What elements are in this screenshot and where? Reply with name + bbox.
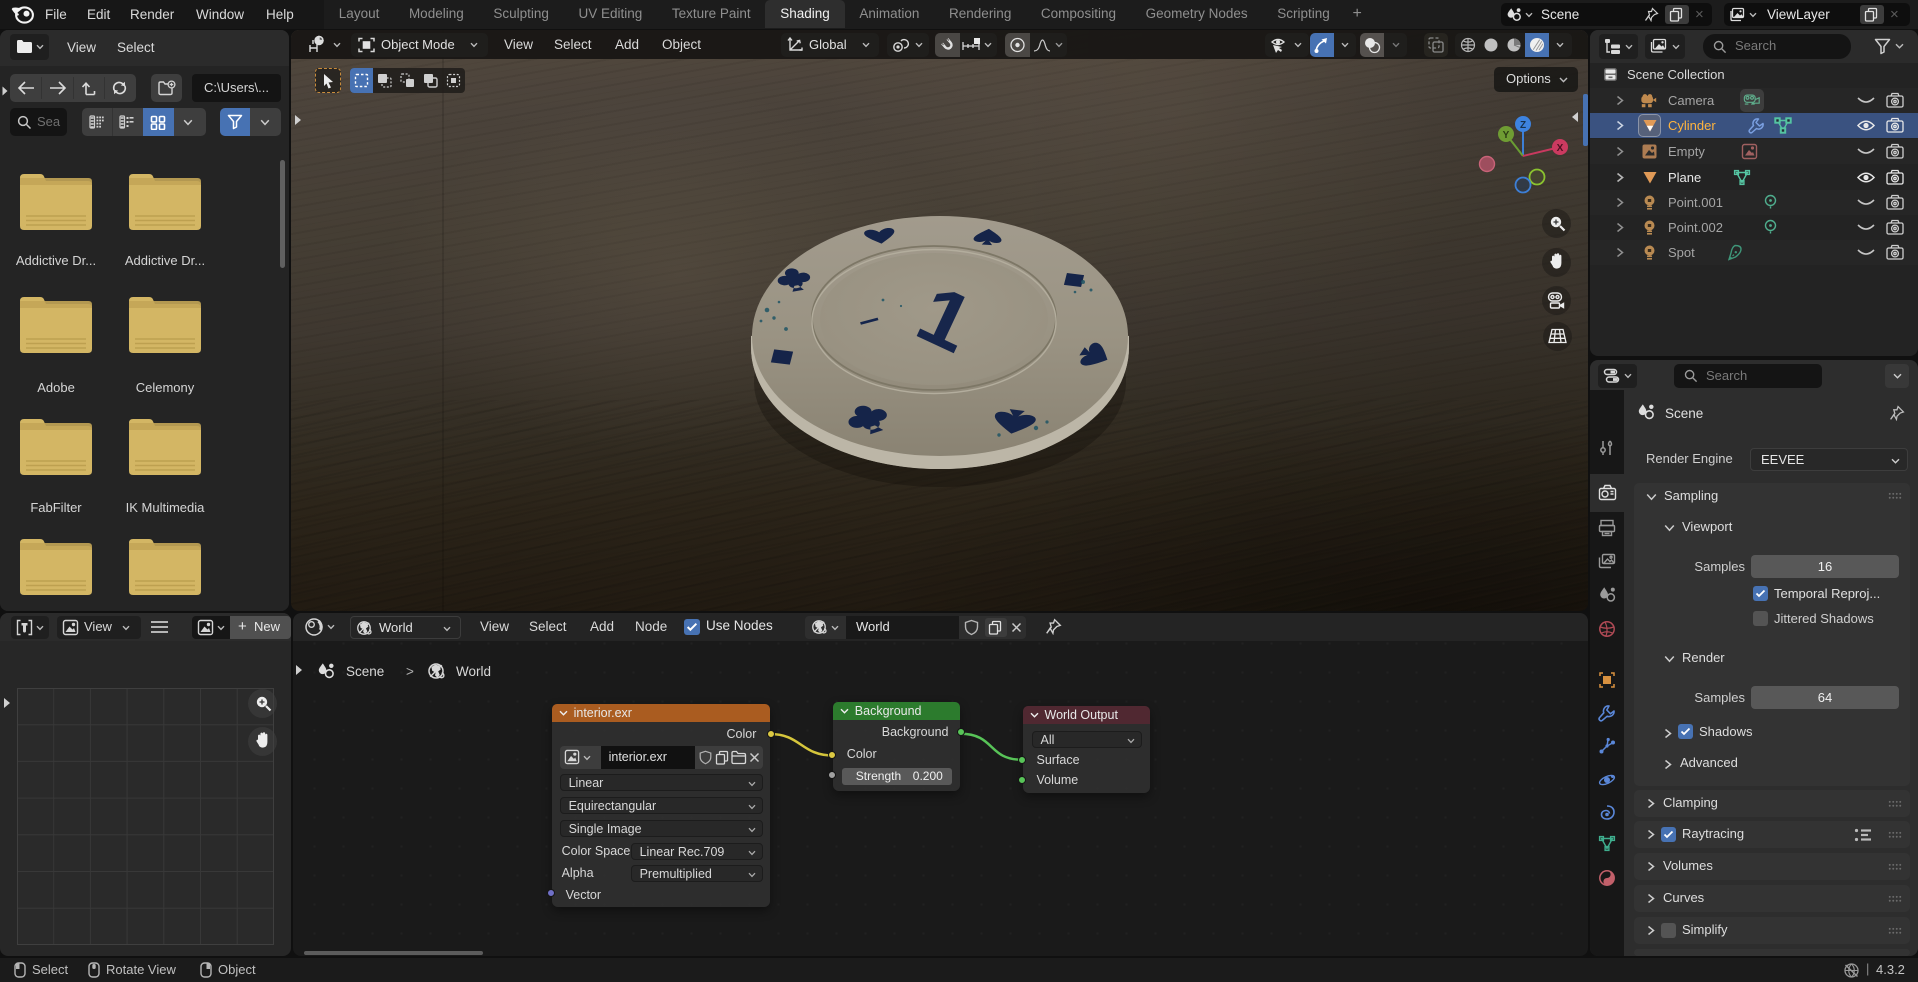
svg-text:Y: Y	[1503, 130, 1510, 141]
svg-text:Z: Z	[1520, 120, 1526, 131]
svg-text:X: X	[1557, 143, 1564, 154]
